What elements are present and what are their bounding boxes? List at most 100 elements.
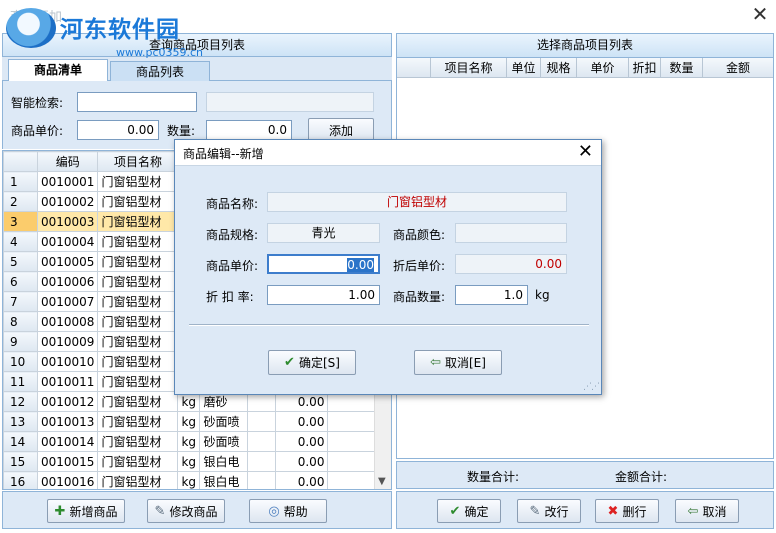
row-number: 6 — [3, 271, 38, 292]
watermark-brand: 河东软件园 — [60, 16, 180, 43]
cell-name: 门窗铝型材 — [97, 451, 179, 472]
tab-product-table[interactable]: 商品列表 — [110, 61, 210, 81]
new-product-label: 新增商品 — [69, 504, 118, 519]
cell-name: 门窗铝型材 — [97, 251, 179, 272]
table-row[interactable]: 14 0010014 门窗铝型材 kg 砂面喷 0.00 — [3, 431, 381, 452]
edit-product-button[interactable]: ✎ 修改商品 — [147, 499, 225, 523]
cell-spec: 砂面喷 — [199, 411, 249, 432]
rcol-unit[interactable]: 单位 — [507, 58, 541, 78]
confirm-button[interactable]: ✔ 确定 — [437, 499, 501, 523]
left-footer: ✚ 新增商品 ✎ 修改商品 ◎ 帮助 — [2, 491, 392, 529]
watermark-site: www.pc0359.cn — [116, 46, 204, 59]
dlg-price-value: 0.00 — [347, 258, 374, 272]
row-number: 1 — [3, 171, 38, 192]
cell-code: 0010004 — [36, 231, 99, 252]
cell-name: 门窗铝型材 — [97, 271, 179, 292]
window-close-button[interactable]: ✕ — [748, 2, 772, 26]
product-edit-dialog: 商品编辑--新增 ✕ 商品名称: 门窗铝型材 商品规格: 青光 商品颜色: 商品… — [174, 139, 602, 395]
cell-extra — [327, 411, 381, 432]
right-footer: ✔ 确定 ✎ 改行 ✖ 删行 ⇦ 取消 — [396, 491, 774, 529]
table-row[interactable]: 16 0010016 门窗铝型材 kg 银白电 0.00 — [3, 471, 381, 489]
row-number: 10 — [3, 351, 38, 372]
row-number: 13 — [3, 411, 38, 432]
row-number: 5 — [3, 251, 38, 272]
exit-icon: ⇦ — [430, 355, 441, 370]
dlg-price-input[interactable]: 0.00 — [267, 254, 380, 274]
col-rownum — [3, 151, 38, 172]
dialog-divider — [189, 324, 589, 326]
new-product-button[interactable]: ✚ 新增商品 — [47, 499, 125, 523]
row-number: 3 — [3, 211, 38, 232]
dlg-name-field: 门窗铝型材 — [267, 192, 567, 212]
rcol-amount[interactable]: 金额 — [703, 58, 773, 78]
cell-code: 0010016 — [36, 471, 99, 489]
cell-name: 门窗铝型材 — [97, 371, 179, 392]
price-label: 商品单价: — [11, 124, 64, 138]
row-number: 8 — [3, 311, 38, 332]
search-hint-field — [206, 92, 374, 112]
dlg-disc-rate-input[interactable]: 1.00 — [267, 285, 380, 305]
row-number: 16 — [3, 471, 38, 489]
help-button[interactable]: ◎ 帮助 — [249, 499, 327, 523]
row-number: 9 — [3, 331, 38, 352]
cell-code: 0010001 — [36, 171, 99, 192]
dlg-qty-input[interactable]: 1.0 — [455, 285, 528, 305]
cell-name: 门窗铝型材 — [97, 171, 179, 192]
dlg-name-label: 商品名称: — [206, 197, 259, 211]
cell-name: 门窗铝型材 — [97, 231, 179, 252]
cell-code: 0010012 — [36, 391, 99, 412]
row-number: 15 — [3, 451, 38, 472]
cell-code: 0010011 — [36, 371, 99, 392]
qty-input[interactable]: 0.0 — [206, 120, 292, 140]
rcol-spec[interactable]: 规格 — [541, 58, 577, 78]
table-row[interactable]: 15 0010015 门窗铝型材 kg 银白电 0.00 — [3, 451, 381, 472]
resize-grip-icon[interactable]: ⋰⋰ — [583, 382, 600, 392]
dialog-title-bar: 商品编辑--新增 ✕ — [175, 140, 601, 166]
cell-code: 0010002 — [36, 191, 99, 212]
rcol-qty[interactable]: 数量 — [661, 58, 703, 78]
col-name[interactable]: 项目名称 — [97, 151, 179, 172]
dlg-price-label: 商品单价: — [206, 259, 259, 273]
rcol-name[interactable]: 项目名称 — [431, 58, 507, 78]
cell-code: 0010013 — [36, 411, 99, 432]
table-row[interactable]: 13 0010013 门窗铝型材 kg 砂面喷 0.00 — [3, 411, 381, 432]
cell-unit: kg — [177, 411, 201, 432]
cell-price: 0.00 — [275, 451, 329, 472]
cell-spec: 银白电 — [199, 451, 249, 472]
row-number: 4 — [3, 231, 38, 252]
rcol-price[interactable]: 单价 — [577, 58, 629, 78]
cell-name: 门窗铝型材 — [97, 351, 179, 372]
dlg-disc-price-label: 折后单价: — [393, 259, 446, 273]
dlg-cancel-label: 取消[E] — [444, 356, 486, 370]
amount-total-label: 金额合计: — [615, 470, 668, 484]
search-input[interactable] — [77, 92, 197, 112]
cell-c5 — [247, 471, 277, 489]
chevron-down-icon[interactable]: ▼ — [378, 476, 386, 487]
dlg-qty-label: 商品数量: — [393, 290, 446, 304]
dlg-ok-button[interactable]: ✔ 确定[S] — [268, 350, 356, 375]
cell-code: 0010003 — [36, 211, 99, 232]
dlg-cancel-button[interactable]: ⇦ 取消[E] — [414, 350, 502, 375]
row-number: 2 — [3, 191, 38, 212]
dlg-disc-price-field: 0.00 — [455, 254, 567, 274]
cell-name: 门窗铝型材 — [97, 311, 179, 332]
col-code[interactable]: 编码 — [36, 151, 99, 172]
tab-product-list[interactable]: 商品清单 — [8, 59, 108, 82]
row-number: 12 — [3, 391, 38, 412]
cell-c5 — [247, 451, 277, 472]
totals-bar: 数量合计: 金额合计: — [396, 461, 774, 489]
rcol-discount[interactable]: 折扣 — [629, 58, 661, 78]
edit-icon: ✎ — [529, 503, 541, 519]
cell-unit: kg — [177, 431, 201, 452]
edit-row-button[interactable]: ✎ 改行 — [517, 499, 581, 523]
edit-row-label: 改行 — [544, 504, 569, 519]
cell-c5 — [247, 411, 277, 432]
cancel-button[interactable]: ⇦ 取消 — [675, 499, 739, 523]
cell-name: 门窗铝型材 — [97, 391, 179, 412]
delete-row-button[interactable]: ✖ 删行 — [595, 499, 659, 523]
row-number: 14 — [3, 431, 38, 452]
cell-code: 0010006 — [36, 271, 99, 292]
dialog-close-button[interactable]: ✕ — [578, 141, 593, 162]
row-number: 7 — [3, 291, 38, 312]
price-input[interactable]: 0.00 — [77, 120, 159, 140]
